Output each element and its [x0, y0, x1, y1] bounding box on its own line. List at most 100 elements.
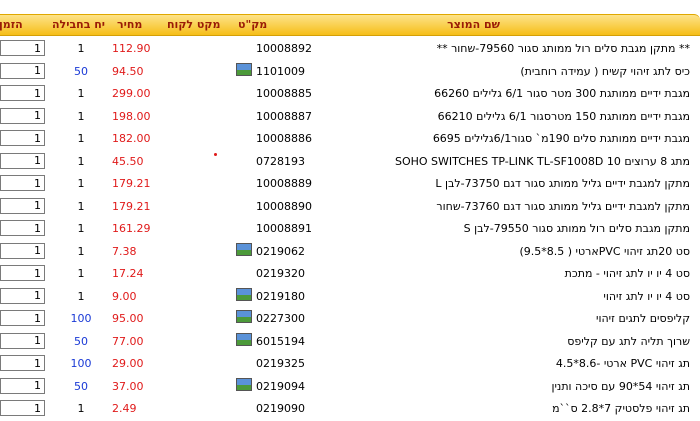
order-qty-input[interactable]	[0, 242, 45, 259]
product-image-icon[interactable]	[236, 310, 252, 323]
sku-value: 6015194	[256, 334, 305, 348]
order-qty-input[interactable]	[0, 265, 45, 281]
table-row[interactable]: כיס לתג זיהוי קשיח ( עמידה רוחבית) 110100…	[0, 61, 700, 83]
table-row[interactable]: מגבת ידיים ממותגת 150 מטרסגור 6/1 גלילים…	[0, 106, 700, 128]
order-qty-input[interactable]	[0, 310, 45, 326]
table-row[interactable]: סט 4 יו יו לתג זיהוי - מתכת 0219320 17.24 1	[0, 263, 700, 285]
sku-cell: 10008886	[236, 128, 326, 150]
order-qty-input[interactable]	[0, 197, 45, 214]
price-value: 29.00	[112, 357, 144, 370]
price-value: 95.00	[112, 312, 144, 325]
table-row[interactable]: קליפסים לתגים זיהוי 0227300 95.00 100	[0, 308, 700, 330]
price-value: 299.00	[112, 87, 151, 100]
sku-cell: 0219094	[236, 376, 326, 398]
pack-unit-value: 1	[77, 244, 85, 258]
price-value: 161.29	[112, 222, 151, 235]
header-product-name[interactable]: שם המוצר	[447, 15, 500, 35]
price-value: 94.50	[112, 64, 144, 78]
sku-cell: 0227300	[236, 308, 326, 330]
header-price[interactable]: מחיר	[117, 15, 142, 35]
table-row[interactable]: מתקן מגבת סלים רול ממותג סגור 79550-לבן …	[0, 218, 700, 240]
order-qty-input[interactable]	[0, 377, 45, 394]
table-header: שם המוצר מק"ט מקט לקוח מחיר יח בחבילה הז…	[0, 14, 700, 36]
product-name: תג זיהוי PVC ארטי -8.6*4.5	[555, 357, 690, 370]
table-row[interactable]: ** מתקן מגבת סלים רול ממותג סגור 79560-ש…	[0, 38, 700, 60]
pack-unit-value: 1	[77, 109, 85, 123]
order-qty-input[interactable]	[0, 400, 45, 416]
product-image-icon[interactable]	[236, 287, 252, 301]
header-pack-unit[interactable]: יח בחבילה	[52, 15, 105, 35]
order-qty-input[interactable]	[0, 152, 45, 169]
pack-unit-value: 100	[70, 312, 92, 325]
pack-unit-value: 50	[74, 334, 88, 348]
product-name: שרוך תליה לתג עם קליפס	[567, 334, 690, 348]
product-name: תג זיהוי 54*90 עם סיכה ותנין	[551, 379, 690, 393]
pack-unit-value: 1	[77, 154, 85, 168]
pack-unit-value: 1	[77, 87, 85, 100]
header-order-qty[interactable]: הזמן	[0, 15, 23, 35]
product-image-icon[interactable]	[236, 377, 252, 391]
header-customer-sku[interactable]: מקט לקוח	[167, 15, 220, 35]
order-qty-input[interactable]	[0, 62, 45, 79]
price-value: 37.00	[112, 379, 144, 393]
product-name: מתקן למגבת ידיים גליל ממותג סגור דגם 737…	[436, 199, 690, 213]
product-name: סט 4 יו יו לתג זיהוי - מתכת	[564, 267, 690, 280]
stray-red-dot	[214, 153, 217, 156]
sku-cell: 6015194	[236, 331, 326, 353]
order-qty-input[interactable]	[0, 287, 45, 304]
pack-unit-value: 1	[77, 177, 85, 190]
product-image-icon[interactable]	[236, 242, 252, 256]
table-row[interactable]: סט 4 יו יו לתג זיהוי 0219180 9.00 1	[0, 286, 700, 308]
table-row[interactable]: מתקן למגבת ידיים גליל ממותג סגור דגם 737…	[0, 196, 700, 218]
table-row[interactable]: תג זיהוי 54*90 עם סיכה ותנין 0219094 37.00…	[0, 376, 700, 398]
sku-value: 10008889	[256, 177, 312, 190]
sku-value: 10008892	[256, 42, 312, 55]
table-row[interactable]: תג זיהוי פלסטיק 7*2.8 ס``מ 0219090 2.49 1	[0, 398, 700, 420]
table-row[interactable]: מתקן למגבת ידיים גליל ממותג סגור דגם 737…	[0, 173, 700, 195]
header-sku[interactable]: מק"ט	[238, 15, 267, 35]
order-qty-input[interactable]	[0, 130, 45, 146]
table-row[interactable]: שרוך תליה לתג עם קליפס 6015194 77.00 50	[0, 331, 700, 353]
sku-value: 10008886	[256, 132, 312, 145]
sku-cell: 10008885	[236, 83, 326, 105]
product-name: מגבת ידיים ממותגת 150 מטרסגור 6/1 גלילים…	[437, 109, 690, 123]
sku-value: 0219325	[256, 357, 305, 370]
sku-cell: 10008890	[236, 196, 326, 218]
price-value: 7.38	[112, 244, 137, 258]
product-name: מתג 8 ערוצים SOHO SWITCHES TP-LINK TL-SF…	[394, 154, 690, 168]
sku-cell: 0219325	[236, 353, 326, 375]
sku-value: 0219090	[256, 402, 305, 415]
order-qty-input[interactable]	[0, 107, 45, 124]
order-qty-input[interactable]	[0, 355, 45, 371]
table-row[interactable]: מגבת ידיים ממותגת סלים 190מ` סגור6/1גליל…	[0, 128, 700, 150]
order-qty-input[interactable]	[0, 332, 45, 349]
table-row[interactable]: תג זיהוי PVC ארטי -8.6*4.5 0219325 29.00 10…	[0, 353, 700, 375]
sku-cell: 10008892	[236, 38, 326, 60]
price-value: 179.21	[112, 177, 151, 190]
order-qty-input[interactable]	[0, 85, 45, 101]
sku-value: 10008891	[256, 222, 312, 235]
table-row[interactable]: מתג 8 ערוצים SOHO SWITCHES TP-LINK TL-SF…	[0, 151, 700, 173]
order-qty-input[interactable]	[0, 175, 45, 191]
sku-cell: 0219320	[236, 263, 326, 285]
product-name: סט 20תג זיהוי PVCארטי ( 8.5*9.5)	[519, 244, 690, 258]
sku-value: 10008885	[256, 87, 312, 100]
product-image-icon[interactable]	[236, 332, 252, 346]
product-name: סט 4 יו יו לתג זיהוי	[603, 289, 690, 303]
product-image-icon[interactable]	[236, 62, 252, 76]
order-qty-input[interactable]	[0, 220, 45, 236]
sku-cell: 0219090	[236, 398, 326, 420]
pack-unit-value: 1	[77, 132, 85, 145]
sku-cell: 0219062	[236, 241, 326, 263]
price-value: 9.00	[112, 289, 137, 303]
price-value: 45.50	[112, 154, 144, 168]
sku-cell: 10008887	[236, 106, 326, 128]
sku-value: 0219094	[256, 379, 305, 393]
pack-unit-value: 1	[77, 199, 85, 213]
sku-value: 0219180	[256, 289, 305, 303]
table-row[interactable]: מגבת ידיים ממותגת 300 מטר סגור 6/1 גלילי…	[0, 83, 700, 105]
product-order-grid: שם המוצר מק"ט מקט לקוח מחיר יח בחבילה הז…	[0, 0, 700, 421]
table-row[interactable]: סט 20תג זיהוי PVCארטי ( 8.5*9.5) 0219062 7…	[0, 241, 700, 263]
pack-unit-value: 1	[77, 267, 85, 280]
order-qty-input[interactable]	[0, 40, 45, 56]
